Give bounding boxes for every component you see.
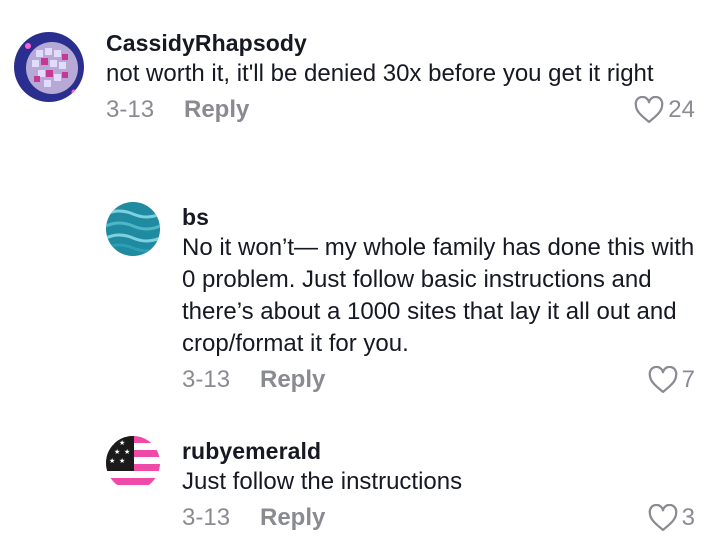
comment-date: 3-13 <box>106 96 155 123</box>
water-avatar-icon <box>106 202 160 256</box>
heart-icon <box>634 96 664 124</box>
like-button[interactable]: 7 <box>648 366 695 394</box>
comment-text: not worth it, it'll be denied 30x before… <box>106 60 654 87</box>
comment-text: No it won’t— my whole family has done th… <box>182 234 695 357</box>
avatar[interactable] <box>14 32 84 102</box>
disco-ball-avatar-icon <box>14 32 84 102</box>
reply-button[interactable]: Reply <box>184 96 249 124</box>
pink-flag-avatar-icon: ★ ★ ★ ★ ★ ★ <box>106 436 160 490</box>
heart-icon <box>648 366 678 394</box>
heart-icon <box>648 504 678 532</box>
svg-text:★: ★ <box>119 457 125 465</box>
like-count: 7 <box>681 366 695 393</box>
reply-button[interactable]: Reply <box>260 366 325 394</box>
svg-text:★: ★ <box>109 439 115 447</box>
svg-text:★: ★ <box>114 448 120 456</box>
comment-meta: 3-13 Reply 24 <box>106 96 695 130</box>
like-count: 3 <box>681 504 695 531</box>
comment-date: 3-13 <box>182 504 231 531</box>
svg-text:★: ★ <box>119 439 125 447</box>
comment-username[interactable]: CassidyRhapsody <box>106 28 695 58</box>
comment-date: 3-13 <box>182 366 231 393</box>
like-button[interactable]: 3 <box>648 504 695 532</box>
comment-meta: 3-13 Reply 7 <box>182 366 695 400</box>
comment-meta: 3-13 Reply 3 <box>182 504 695 538</box>
comment-username[interactable]: bs <box>182 202 695 232</box>
avatar[interactable] <box>106 202 160 256</box>
svg-text:★: ★ <box>124 448 130 456</box>
like-count: 24 <box>668 96 695 123</box>
avatar[interactable]: ★ ★ ★ ★ ★ ★ <box>106 436 160 490</box>
comment-text: Just follow the instructions <box>182 468 463 495</box>
comment-username[interactable]: rubyemerald <box>182 436 695 466</box>
reply-button[interactable]: Reply <box>260 504 325 532</box>
svg-text:★: ★ <box>109 457 115 465</box>
like-button[interactable]: 24 <box>634 96 695 124</box>
